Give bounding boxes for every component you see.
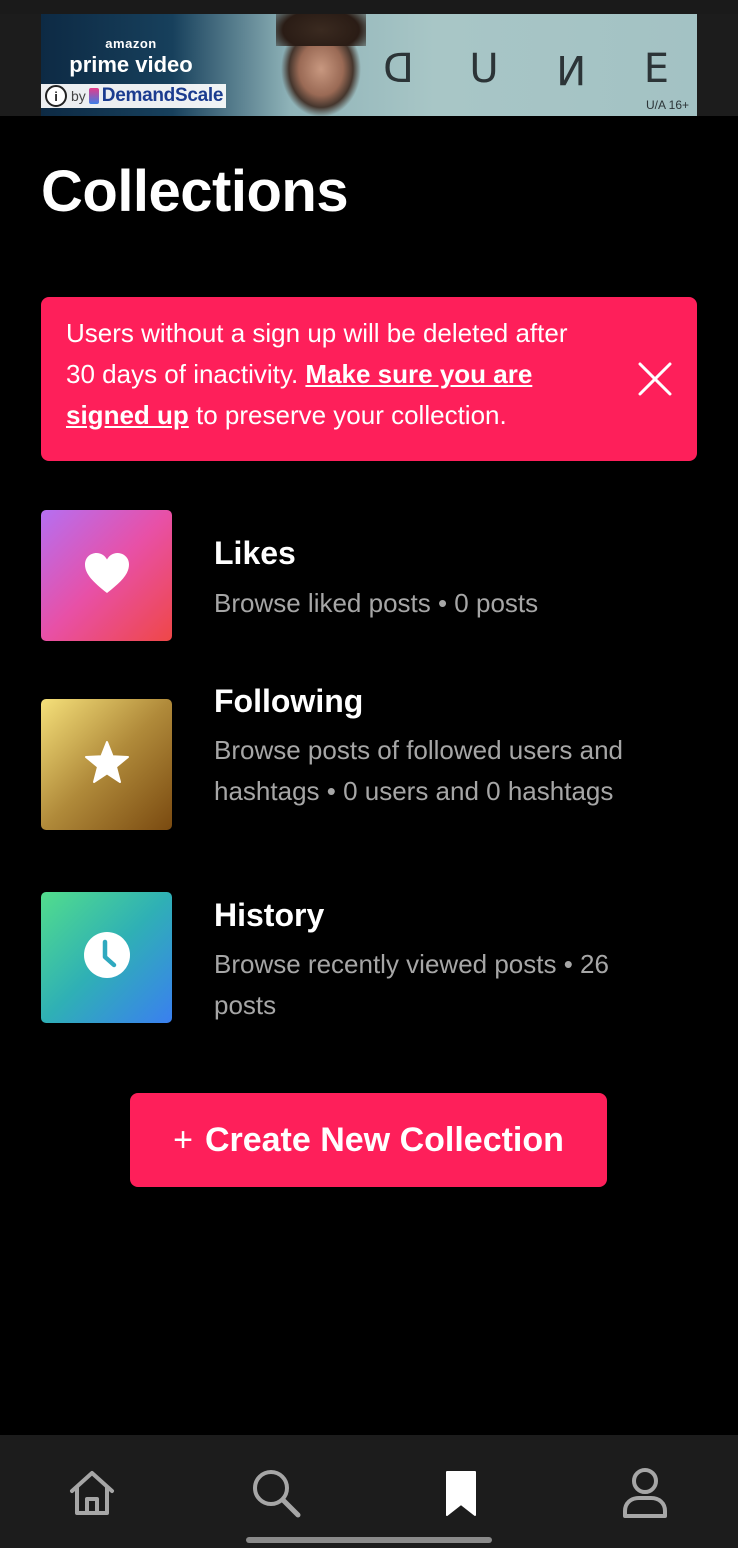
ad-movie-letter: U — [469, 46, 501, 92]
notice-text: Users without a sign up will be deleted … — [66, 313, 601, 436]
ad-movie-title: D U N E — [381, 46, 671, 92]
ad-side-left — [0, 14, 41, 116]
ad-rating: U/A 16+ — [645, 98, 689, 112]
ad-movie-letter: E — [643, 46, 671, 92]
ad-movie-letter: D — [381, 46, 414, 92]
plus-icon: + — [173, 1120, 193, 1159]
close-icon[interactable] — [637, 361, 673, 397]
ad-brand-main: prime video — [69, 52, 193, 77]
history-thumbnail — [41, 892, 172, 1023]
search-icon — [250, 1467, 302, 1524]
nav-collections[interactable] — [433, 1467, 489, 1523]
info-icon[interactable]: i — [45, 85, 67, 107]
status-bar-strip — [0, 0, 738, 14]
home-icon — [67, 1468, 117, 1523]
nav-profile[interactable] — [617, 1467, 673, 1523]
ad-attribution-by: by — [71, 88, 86, 104]
notice-text-after: to preserve your collection. — [188, 400, 507, 430]
likes-thumbnail — [41, 510, 172, 641]
nav-search[interactable] — [248, 1467, 304, 1523]
collection-description: Browse recently viewed posts • 26 posts — [214, 949, 609, 1020]
ad-banner[interactable]: amazon prime video D U N E U/A 16+ i by … — [41, 14, 697, 116]
nav-home[interactable] — [64, 1467, 120, 1523]
ad-attribution[interactable]: i by DemandScale — [41, 84, 227, 108]
clock-icon — [83, 931, 131, 984]
following-thumbnail — [41, 699, 172, 830]
ad-portrait-image — [256, 14, 386, 116]
profile-icon — [622, 1467, 668, 1524]
bottom-navigation — [0, 1435, 738, 1548]
ad-side-right — [697, 14, 738, 116]
collection-description: Browse liked posts • 0 posts — [214, 588, 539, 618]
ad-attribution-name: DemandScale — [101, 85, 224, 106]
collection-title: Following — [214, 683, 364, 719]
bookmark-icon — [444, 1469, 478, 1522]
star-icon — [84, 740, 130, 789]
collection-item-history[interactable]: History Browse recently viewed posts • 2… — [41, 892, 697, 1023]
collection-item-likes[interactable]: Likes Browse liked posts • 0 posts — [41, 510, 697, 641]
signup-notice: Users without a sign up will be deleted … — [41, 297, 697, 461]
collection-title: Likes — [214, 535, 296, 571]
collection-title: History — [214, 897, 325, 933]
ad-movie-letter: N — [556, 46, 589, 92]
ad-brand-small: amazon — [105, 36, 157, 51]
demandscale-logo-icon — [88, 88, 99, 104]
heart-icon — [83, 551, 131, 600]
collection-description: Browse posts of followed users and hasht… — [214, 735, 623, 806]
create-new-collection-button[interactable]: + Create New Collection — [130, 1093, 607, 1187]
collection-item-following[interactable]: Following Browse posts of followed users… — [41, 683, 697, 843]
home-indicator[interactable] — [246, 1537, 492, 1543]
create-button-label: Create New Collection — [204, 1120, 564, 1159]
page-title: Collections — [41, 159, 349, 224]
